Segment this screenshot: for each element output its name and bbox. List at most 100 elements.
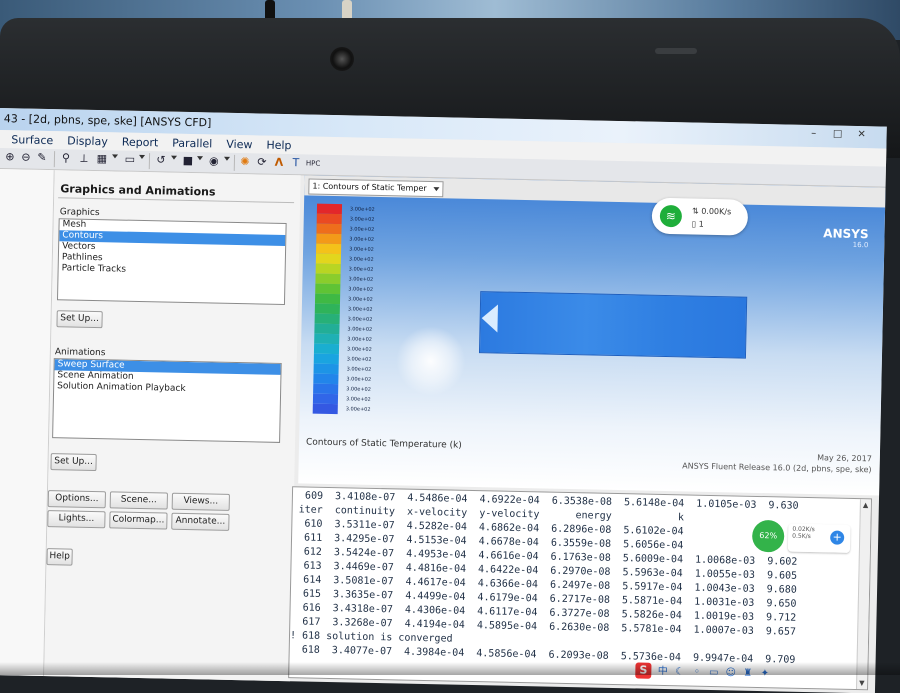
- graphics-window[interactable]: 1: Contours of Static Temper 3.00e+02 3.0…: [298, 175, 886, 496]
- fill-icon[interactable]: ■: [181, 154, 195, 168]
- toolbar-separator: [233, 154, 236, 171]
- panel-divider: [58, 197, 295, 204]
- colorbar-label: 3.00e+02: [349, 206, 375, 213]
- ansys-version: 16.0: [852, 240, 869, 250]
- reload-icon[interactable]: ⟳: [255, 155, 269, 169]
- colorbar-label: 3.00e+02: [345, 396, 371, 403]
- colorbar-label: 3.00e+02: [349, 216, 375, 223]
- layout-dropdown-icon[interactable]: [111, 154, 119, 159]
- colorbar-cell: [314, 293, 341, 305]
- maximize-icon[interactable]: □: [833, 128, 843, 139]
- fill-dropdown-icon[interactable]: [196, 156, 204, 161]
- screen: 43 - [2d, pbns, spe, ske] [ANSYS CFD] – …: [0, 108, 887, 693]
- colorbar-cell: [316, 223, 342, 235]
- network-widget[interactable]: ≋ ⇅ 0.00K/s ▯ 1: [651, 197, 749, 236]
- speed-ball[interactable]: 62%: [751, 519, 785, 553]
- colorbar-cell: [314, 333, 340, 345]
- zoom-out-icon[interactable]: ⊖: [19, 150, 33, 164]
- lights-button[interactable]: Lights...: [47, 510, 106, 529]
- colorbar-label: 3.00e+02: [349, 236, 375, 243]
- axes-icon[interactable]: ⟂: [77, 152, 91, 166]
- minimize-icon[interactable]: –: [809, 128, 819, 139]
- screen-glare: [395, 325, 467, 397]
- menu-parallel[interactable]: Parallel: [172, 136, 212, 150]
- colorbar-cell: [313, 363, 339, 375]
- menu-help[interactable]: Help: [266, 138, 291, 152]
- scene-button[interactable]: Scene...: [109, 491, 168, 510]
- graphics-animations-panel: Graphics and Animations Graphics Mesh Co…: [44, 170, 301, 686]
- colormap-button[interactable]: Colormap...: [109, 511, 168, 530]
- menu-view[interactable]: View: [226, 137, 252, 151]
- window-icon[interactable]: ▭: [123, 153, 137, 167]
- help-button[interactable]: Help: [46, 548, 73, 566]
- network-speed: ⇅ 0.00K/s: [691, 206, 732, 217]
- animations-label: Animations: [54, 347, 106, 359]
- colorbar-cell: [314, 303, 340, 315]
- menu-report[interactable]: Report: [122, 135, 159, 149]
- colorbar-cell: [315, 253, 342, 265]
- colorbar-cell: [314, 323, 340, 335]
- camera-icon[interactable]: ◉: [207, 154, 221, 168]
- colorbar-cell: [312, 393, 339, 405]
- window-title: 43 - [2d, pbns, spe, ske] [ANSYS CFD]: [3, 112, 212, 130]
- console[interactable]: 609 3.4108e-07 4.5486e-04 4.6922e-04 6.3…: [288, 486, 873, 691]
- bezel-sensor: [655, 48, 697, 54]
- layout-icon[interactable]: ▦: [95, 152, 109, 166]
- colorbar-cell: [312, 403, 338, 415]
- colorbar-label: 3.00e+02: [349, 226, 375, 233]
- panel-title: Graphics and Animations: [60, 182, 216, 199]
- wifi-icon: ≋: [659, 204, 683, 228]
- colorbar-label: 3.00e+02: [347, 306, 373, 313]
- colorbar: [312, 203, 343, 415]
- camera-dropdown-icon[interactable]: [223, 156, 231, 161]
- options-button[interactable]: Options...: [47, 490, 106, 509]
- rotate-dropdown-icon[interactable]: [170, 155, 178, 160]
- bottom-shadow: [0, 662, 900, 675]
- colorbar-cell: [314, 313, 340, 325]
- graphics-window-select[interactable]: 1: Contours of Static Temper: [308, 178, 444, 198]
- toolbar-separator: [53, 151, 56, 168]
- annotate-button[interactable]: Annotate...: [171, 512, 230, 531]
- menu-surface[interactable]: Surface: [11, 133, 53, 147]
- flow-domain: [478, 291, 748, 359]
- colorbar-label: 3.00e+02: [346, 346, 372, 353]
- contour-caption: Contours of Static Temperature (k): [305, 437, 462, 451]
- menu-display[interactable]: Display: [67, 134, 108, 148]
- scroll-up-icon[interactable]: ▲: [863, 501, 869, 509]
- ansys-icon[interactable]: Λ: [272, 156, 286, 170]
- colorbar-label: 3.00e+02: [348, 256, 374, 263]
- colorbar-cell: [313, 373, 339, 385]
- views-button[interactable]: Views...: [171, 492, 230, 511]
- refresh-icon[interactable]: ✺: [238, 155, 252, 169]
- colorbar-label: 3.00e+02: [348, 276, 374, 283]
- animations-setup-button[interactable]: Set Up...: [50, 453, 97, 472]
- colorbar-label: 3.00e+02: [347, 336, 373, 343]
- probe-icon[interactable]: ✎: [35, 151, 49, 165]
- text-icon[interactable]: T: [289, 156, 303, 170]
- ansys-logo: ANSYS: [823, 226, 869, 242]
- console-scrollbar[interactable]: ▲ ▼: [856, 499, 871, 690]
- close-icon[interactable]: ✕: [857, 129, 867, 140]
- zoom-fit-icon[interactable]: ⚲: [59, 151, 73, 165]
- colorbar-label: 3.00e+02: [348, 296, 373, 303]
- colorbar-label: 3.00e+02: [345, 406, 371, 413]
- colorbar-label: 3.00e+02: [346, 356, 372, 363]
- colorbar-cell: [316, 213, 342, 225]
- colorbar-cell: [315, 273, 341, 285]
- chevron-down-icon[interactable]: [433, 187, 440, 192]
- colorbar-label: 3.00e+02: [347, 316, 373, 323]
- animations-list[interactable]: Sweep Surface Scene Animation Solution A…: [52, 358, 282, 443]
- graphics-list[interactable]: Mesh Contours Vectors Pathlines Particle…: [56, 218, 287, 306]
- colorbar-label: 3.00e+02: [347, 326, 373, 333]
- colorbar-label: 3.00e+02: [346, 376, 372, 383]
- rotate-icon[interactable]: ↺: [154, 153, 168, 167]
- scroll-down-icon[interactable]: ▼: [859, 679, 865, 687]
- colorbar-cell: [316, 243, 342, 255]
- graphics-setup-button[interactable]: Set Up...: [56, 310, 103, 329]
- colorbar-cell: [315, 263, 341, 275]
- webcam: [330, 47, 354, 71]
- window-dropdown-icon[interactable]: [138, 154, 146, 160]
- network-devices: ▯ 1: [691, 219, 704, 229]
- hpc-icon[interactable]: HPC: [306, 156, 321, 170]
- zoom-in-icon[interactable]: ⊕: [3, 150, 17, 164]
